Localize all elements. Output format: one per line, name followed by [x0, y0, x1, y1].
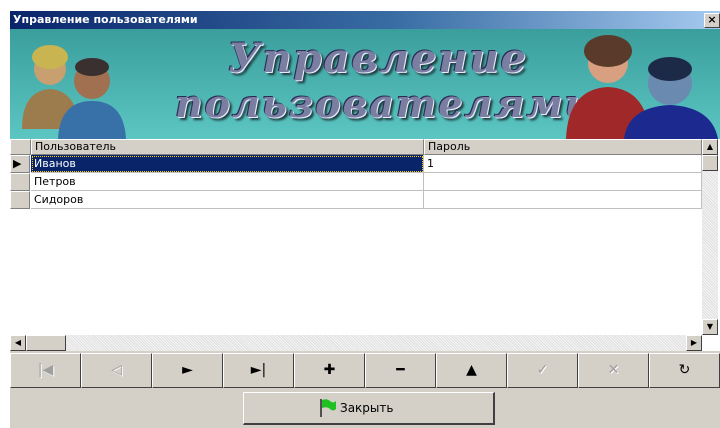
first-record-button[interactable]: |◀: [10, 353, 81, 388]
plus-icon: ✚: [323, 362, 336, 378]
user-management-window: Управление пользователями × Управление п…: [10, 11, 720, 428]
row-indicator[interactable]: [10, 191, 30, 209]
header-indicator-cell: [10, 139, 31, 155]
row-indicator[interactable]: [10, 173, 30, 191]
cancel-record-button[interactable]: ✕: [578, 353, 649, 388]
checkmark-icon: ✓: [536, 362, 549, 378]
vertical-scroll-thumb[interactable]: [702, 155, 718, 171]
table-cell-password[interactable]: 1: [424, 155, 702, 173]
insert-record-button[interactable]: ✚: [294, 353, 365, 388]
first-record-icon: |◀: [37, 362, 54, 378]
banner-title-line2: пользователями: [175, 81, 595, 126]
table-cell-user[interactable]: Сидоров: [31, 191, 424, 209]
title-bar[interactable]: Управление пользователями ×: [10, 11, 720, 29]
next-record-icon: ►: [182, 362, 193, 378]
refresh-button[interactable]: ↻: [649, 353, 720, 388]
table-cell-password[interactable]: [424, 191, 702, 209]
row-indicator[interactable]: ▶: [10, 155, 30, 173]
scroll-down-button[interactable]: ▼: [702, 319, 718, 335]
scroll-up-button[interactable]: ▲: [702, 139, 718, 155]
delete-record-button[interactable]: ━: [365, 353, 436, 388]
last-record-icon: ►|: [250, 362, 267, 378]
horizontal-scrollbar[interactable]: ◀ ▶: [10, 335, 702, 351]
header-banner: Управление пользователями: [10, 29, 720, 139]
banner-title-line1: Управление: [228, 35, 529, 82]
minus-icon: ━: [396, 362, 405, 378]
scroll-right-button[interactable]: ▶: [686, 335, 702, 351]
cancel-x-icon: ✕: [607, 362, 620, 378]
table-cell-user[interactable]: Иванов: [31, 155, 424, 173]
green-flag-icon: [320, 399, 336, 417]
users-icon-left: [22, 45, 126, 139]
users-grid[interactable]: Пользователь Пароль ▶ Иванов 1 Петров Си…: [10, 139, 720, 351]
prior-record-icon: ◁: [111, 362, 122, 378]
column-header-password[interactable]: Пароль: [424, 139, 702, 155]
column-header-user[interactable]: Пользователь: [31, 139, 424, 155]
vertical-scrollbar[interactable]: ▲ ▼: [702, 139, 718, 335]
post-record-button[interactable]: ✓: [507, 353, 578, 388]
window-title: Управление пользователями: [13, 13, 198, 26]
last-record-button[interactable]: ►|: [223, 353, 294, 388]
table-cell-password[interactable]: [424, 173, 702, 191]
prior-record-button[interactable]: ◁: [81, 353, 152, 388]
close-button[interactable]: Закрыть: [243, 392, 495, 425]
users-icon-right: [566, 35, 718, 139]
next-record-button[interactable]: ►: [152, 353, 223, 388]
table-cell-user[interactable]: Петров: [31, 173, 424, 191]
scroll-left-button[interactable]: ◀: [10, 335, 26, 351]
edit-record-button[interactable]: ▲: [436, 353, 507, 388]
close-button-label: Закрыть: [340, 401, 394, 415]
record-navigator: |◀ ◁ ► ►| ✚ ━ ▲ ✓ ✕ ↻: [10, 353, 720, 388]
edit-triangle-icon: ▲: [466, 362, 477, 378]
horizontal-scroll-thumb[interactable]: [26, 335, 66, 351]
row-pointer-icon: ▶: [13, 157, 22, 170]
refresh-icon: ↻: [678, 362, 691, 378]
window-close-button[interactable]: ×: [704, 13, 720, 28]
